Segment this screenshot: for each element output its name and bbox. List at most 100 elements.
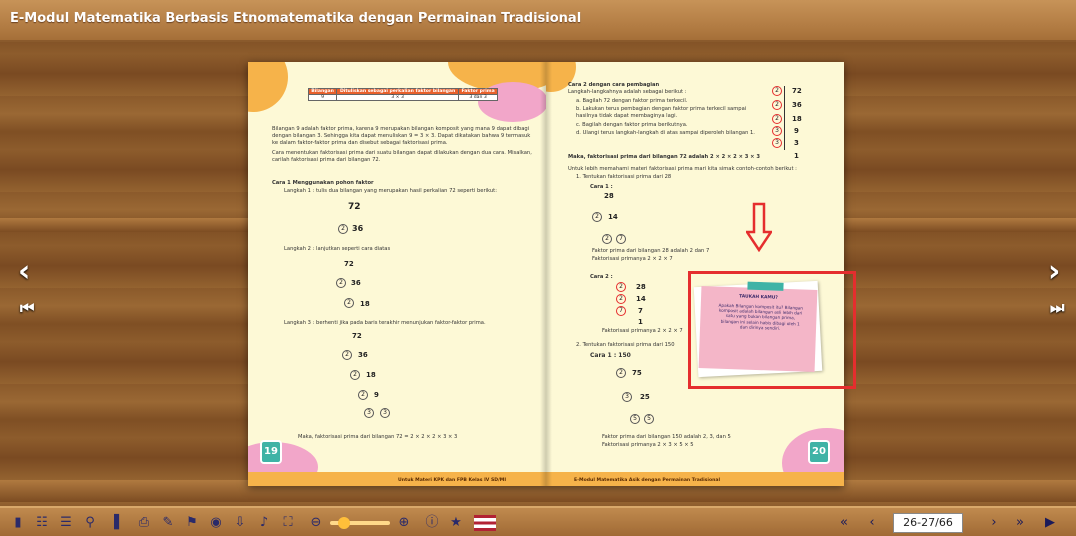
table-of-contents-icon[interactable]: ☰ (58, 515, 74, 531)
play-icon[interactable]: ▶ (1042, 515, 1058, 531)
tree-node-prime: 2 (338, 224, 348, 234)
table-cell: 9 (307, 94, 338, 101)
tree-node-prime: 2 (616, 368, 626, 378)
section-title: Cara 2 dengan cara pembagian (568, 82, 660, 88)
left-page[interactable]: Bilangan Dituliskan sebagai perkalian fa… (248, 62, 546, 486)
tree-node: 72 (344, 260, 354, 268)
intro-text: Untuk lebih memahami materi faktorisasi … (568, 166, 797, 172)
page-number-badge: 19 (260, 440, 282, 464)
download-icon[interactable]: ⇩ (232, 515, 248, 531)
info-icon[interactable]: ⓘ (424, 515, 440, 531)
division-value: 18 (792, 115, 802, 123)
prev-page-button[interactable]: ‹ (864, 515, 880, 531)
zoom-slider[interactable] (330, 517, 390, 529)
first-page-icon[interactable]: ⏮ (20, 298, 34, 318)
tree-node-prime: 2 (350, 370, 360, 380)
page-indicator[interactable]: 26-27/66 (893, 513, 963, 533)
tree-node: 18 (366, 371, 376, 379)
division-value: 14 (636, 295, 646, 303)
tree-node-prime: 7 (616, 234, 626, 244)
division-value: 3 (794, 139, 799, 147)
tree-node-prime: 2 (358, 390, 368, 400)
tree-node: 72 (352, 332, 362, 340)
table-header: Faktor prima (458, 88, 498, 95)
print-icon[interactable]: ⎙ (136, 515, 152, 531)
fullscreen-icon[interactable]: ⛶ (280, 515, 296, 531)
bookmark-icon[interactable]: ⚑ (184, 515, 200, 531)
language-flag-icon[interactable] (474, 515, 496, 531)
division-value: 36 (792, 101, 802, 109)
zoom-slider-handle[interactable] (338, 517, 350, 529)
result-text: Faktor prima dari bilangan 28 adalah 2 d… (592, 248, 710, 254)
tree-node-prime: 5 (644, 414, 654, 424)
book-cover-icon[interactable]: ▮ (10, 515, 26, 531)
tree-node-prime: 5 (630, 414, 640, 424)
pen-icon[interactable]: ✎ (160, 515, 176, 531)
table-header: Dituliskan sebagai perkalian faktor bila… (336, 88, 460, 95)
divisor: 2 (772, 100, 782, 110)
result-text: Maka, faktorisasi prima dari bilangan 72… (568, 154, 760, 160)
footer-text: Untuk Materi KPK dan FPB Kelas IV SD/MI (398, 478, 507, 483)
book-spine (540, 62, 552, 486)
section-title: Cara 1 Menggunakan pohon faktor (272, 180, 374, 186)
division-value: 9 (794, 127, 799, 135)
example-title: 2. Tentukan faktorisasi prima dari 150 (576, 342, 675, 348)
bottom-toolbar: ▮ ☷ ☰ ⚲ ▐ ⎙ ✎ ⚑ ◉ ⇩ ♪ ⛶ ⊖ ⊕ ⓘ ★ « ‹ 26-2… (0, 506, 1076, 536)
decor-blob (248, 62, 288, 112)
share-icon[interactable]: ◉ (208, 515, 224, 531)
division-line (784, 86, 785, 150)
tree-node-prime: 2 (342, 350, 352, 360)
down-arrow-icon (744, 202, 774, 253)
table-cell: 3 dan 3 (458, 94, 498, 101)
thumbnails-icon[interactable]: ☷ (34, 515, 50, 531)
app-title: E-Modul Matematika Berbasis Etnomatemati… (10, 11, 582, 26)
tree-node: 36 (352, 224, 364, 233)
example-title: 1. Tentukan faktorisasi prima dari 28 (576, 174, 672, 180)
last-page-icon[interactable]: ⏭ (1050, 298, 1064, 318)
divisor: 2 (616, 294, 626, 304)
factor-table: Bilangan Dituliskan sebagai perkalian fa… (307, 88, 498, 101)
zoom-out-icon[interactable]: ⊖ (308, 515, 324, 531)
divisor: 7 (616, 306, 626, 316)
tree-node-prime: 3 (380, 408, 390, 418)
method-label: Cara 2 : (590, 274, 613, 280)
division-value: 1 (794, 152, 799, 160)
step-text: d. Ulangi terus langkah-langkah di atas … (576, 130, 755, 136)
divisor: 3 (772, 126, 782, 136)
step-text: a. Bagilah 72 dengan faktor prima terkec… (576, 98, 688, 104)
division-value: 72 (792, 87, 802, 95)
step-text: Langkah 1 : tulis dua bilangan yang meru… (284, 188, 497, 194)
last-page-button[interactable]: » (1012, 515, 1028, 531)
zoom-in-icon[interactable]: ⊕ (396, 515, 412, 531)
intro-text: Langkah-langkahnya adalah sebagai beriku… (568, 89, 687, 95)
division-value: 7 (638, 307, 643, 315)
table-cell: 3 × 3 (336, 94, 460, 101)
divisor: 2 (772, 86, 782, 96)
tree-node: 9 (374, 391, 379, 399)
division-value: 28 (636, 283, 646, 291)
sound-icon[interactable]: ♪ (256, 515, 272, 531)
search-icon[interactable]: ⚲ (82, 515, 98, 531)
table-header: Bilangan (307, 88, 338, 95)
page-number-badge: 20 (808, 440, 830, 464)
tree-node: 36 (358, 351, 368, 359)
tree-node: 25 (640, 393, 650, 401)
divisor: 2 (772, 114, 782, 124)
footer-text: E-Modul Matematika Asik dengan Permainan… (574, 478, 721, 483)
prev-page-arrow[interactable]: ‹ (18, 254, 30, 289)
title-bar: E-Modul Matematika Berbasis Etnomatemati… (0, 0, 1076, 42)
tree-node: 36 (351, 279, 361, 287)
bookshelf-icon[interactable]: ▐ (106, 515, 122, 531)
autoplay-icon[interactable]: ★ (448, 515, 464, 531)
next-page-button[interactable]: › (986, 515, 1002, 531)
paragraph: Cara menentukan faktorisasi prima dari s… (272, 150, 532, 163)
step-text: Langkah 2 : lanjutkan seperti cara diata… (284, 246, 391, 252)
first-page-button[interactable]: « (836, 515, 852, 531)
step-text: c. Bagilah dengan faktor prima berikutny… (576, 122, 688, 128)
tree-node: 18 (360, 300, 370, 308)
tree-node-prime: 2 (336, 278, 346, 288)
division-value: 1 (638, 318, 643, 326)
step-text: b. Lakukan terus pembagian dengan faktor… (576, 106, 747, 119)
method-label: Cara 1 : (590, 184, 613, 190)
next-page-arrow[interactable]: › (1048, 254, 1060, 289)
